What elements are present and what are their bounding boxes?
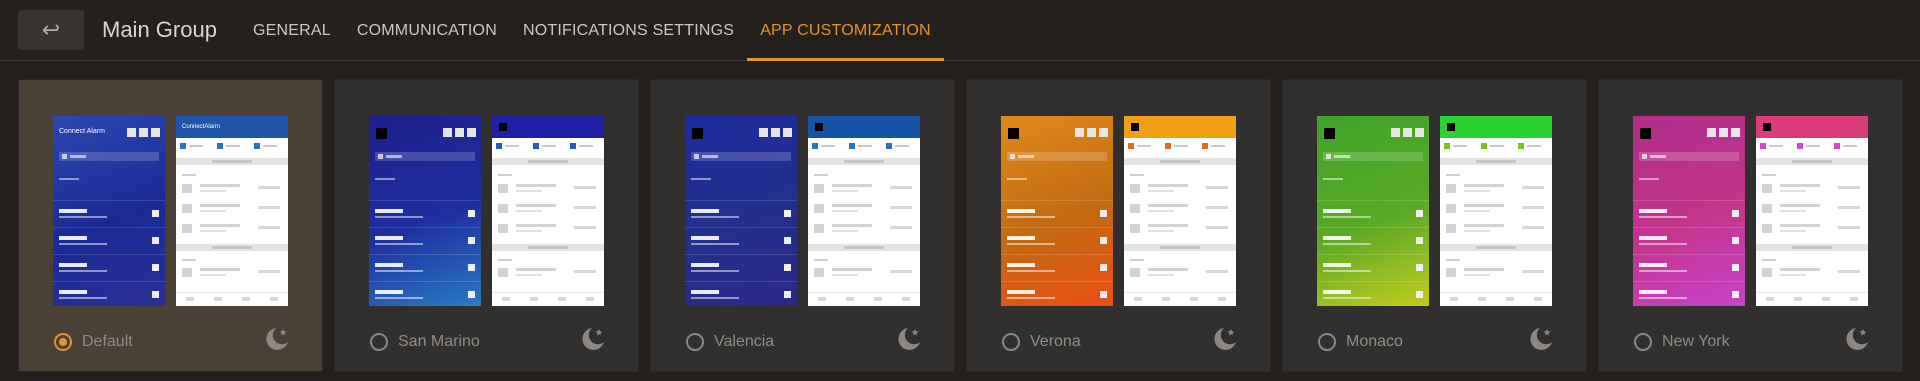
preview-list-item xyxy=(369,200,481,226)
theme-card[interactable]: New York xyxy=(1598,79,1903,372)
preview-list-item xyxy=(1633,281,1745,306)
logo-placeholder xyxy=(692,128,703,139)
dark-preview xyxy=(1633,116,1745,306)
tab-app-customization[interactable]: APP CUSTOMIZATION xyxy=(747,0,944,61)
theme-radio[interactable] xyxy=(1318,333,1336,351)
theme-name: Valencia xyxy=(714,333,775,350)
tab-notifications-settings[interactable]: NOTIFICATIONS SETTINGS xyxy=(510,0,747,61)
theme-card[interactable]: Monaco xyxy=(1282,79,1587,372)
theme-card[interactable]: San Marino xyxy=(334,79,639,372)
page-title: Main Group xyxy=(102,17,217,42)
arrow-back-icon: ↩ xyxy=(41,17,61,42)
light-preview xyxy=(1440,116,1552,306)
theme-name: Default xyxy=(82,333,133,350)
logo-placeholder xyxy=(1008,128,1019,139)
theme-card[interactable]: Connect Alarm ConnectAlarm Default xyxy=(18,79,323,372)
preview-list-item xyxy=(1633,227,1745,253)
theme-name: New York xyxy=(1662,333,1730,350)
logo-placeholder xyxy=(1447,123,1455,131)
preview-list-item xyxy=(369,227,481,253)
theme-name: Monaco xyxy=(1346,333,1403,350)
top-bar: ↩ Main Group GENERAL COMMUNICATION NOTIF… xyxy=(0,0,1920,61)
theme-card[interactable]: Valencia xyxy=(650,79,955,372)
light-preview xyxy=(1756,116,1868,306)
preview-list-item xyxy=(1317,254,1429,280)
preview-list-item xyxy=(1633,200,1745,226)
theme-radio[interactable] xyxy=(370,333,388,351)
light-preview xyxy=(492,116,604,306)
preview-list-item xyxy=(1317,200,1429,226)
logo-placeholder xyxy=(499,123,507,131)
preview-list-item xyxy=(1317,281,1429,306)
preview-list-item xyxy=(369,254,481,280)
dark-mode-moon-icon[interactable] xyxy=(1525,324,1555,354)
logo-placeholder xyxy=(1131,123,1139,131)
light-preview xyxy=(808,116,920,306)
preview-list-item xyxy=(1001,200,1113,226)
logo-placeholder xyxy=(1640,128,1651,139)
dark-preview xyxy=(1317,116,1429,306)
light-preview xyxy=(1124,116,1236,306)
dark-preview xyxy=(369,116,481,306)
logo-placeholder xyxy=(1763,123,1771,131)
preview-list-item xyxy=(685,281,797,306)
dark-preview: Connect Alarm xyxy=(53,116,165,306)
theme-radio[interactable] xyxy=(54,333,72,351)
preview-list-item xyxy=(685,254,797,280)
logo-placeholder xyxy=(376,128,387,139)
preview-list-item xyxy=(685,200,797,226)
app-logo: ConnectAlarm xyxy=(182,124,221,130)
preview-list-item xyxy=(53,200,165,226)
logo-placeholder xyxy=(815,123,823,131)
dark-preview xyxy=(685,116,797,306)
preview-list-item xyxy=(1633,254,1745,280)
light-preview: ConnectAlarm xyxy=(176,116,288,306)
preview-list-item xyxy=(53,281,165,306)
tab-bar: GENERAL COMMUNICATION NOTIFICATIONS SETT… xyxy=(240,0,944,61)
theme-name: Verona xyxy=(1030,333,1081,350)
tab-general[interactable]: GENERAL xyxy=(240,0,344,61)
preview-list-item xyxy=(369,281,481,306)
logo-placeholder xyxy=(1324,128,1335,139)
dark-mode-moon-icon[interactable] xyxy=(1209,324,1239,354)
tab-communication[interactable]: COMMUNICATION xyxy=(344,0,510,61)
theme-card[interactable]: Verona xyxy=(966,79,1271,372)
preview-list-item xyxy=(53,254,165,280)
theme-radio[interactable] xyxy=(1634,333,1652,351)
dark-mode-moon-icon[interactable] xyxy=(1841,324,1871,354)
preview-list-item xyxy=(1317,227,1429,253)
theme-name: San Marino xyxy=(398,333,480,350)
theme-radio[interactable] xyxy=(1002,333,1020,351)
dark-mode-moon-icon[interactable] xyxy=(893,324,923,354)
back-button[interactable]: ↩ xyxy=(18,10,84,50)
preview-list-item xyxy=(685,227,797,253)
preview-list-item xyxy=(1001,254,1113,280)
dark-mode-moon-icon[interactable] xyxy=(261,324,291,354)
preview-list-item xyxy=(1001,281,1113,306)
app-logo: Connect Alarm xyxy=(59,128,105,135)
dark-preview xyxy=(1001,116,1113,306)
theme-radio[interactable] xyxy=(686,333,704,351)
dark-mode-moon-icon[interactable] xyxy=(577,324,607,354)
preview-list-item xyxy=(1001,227,1113,253)
preview-list-item xyxy=(53,227,165,253)
